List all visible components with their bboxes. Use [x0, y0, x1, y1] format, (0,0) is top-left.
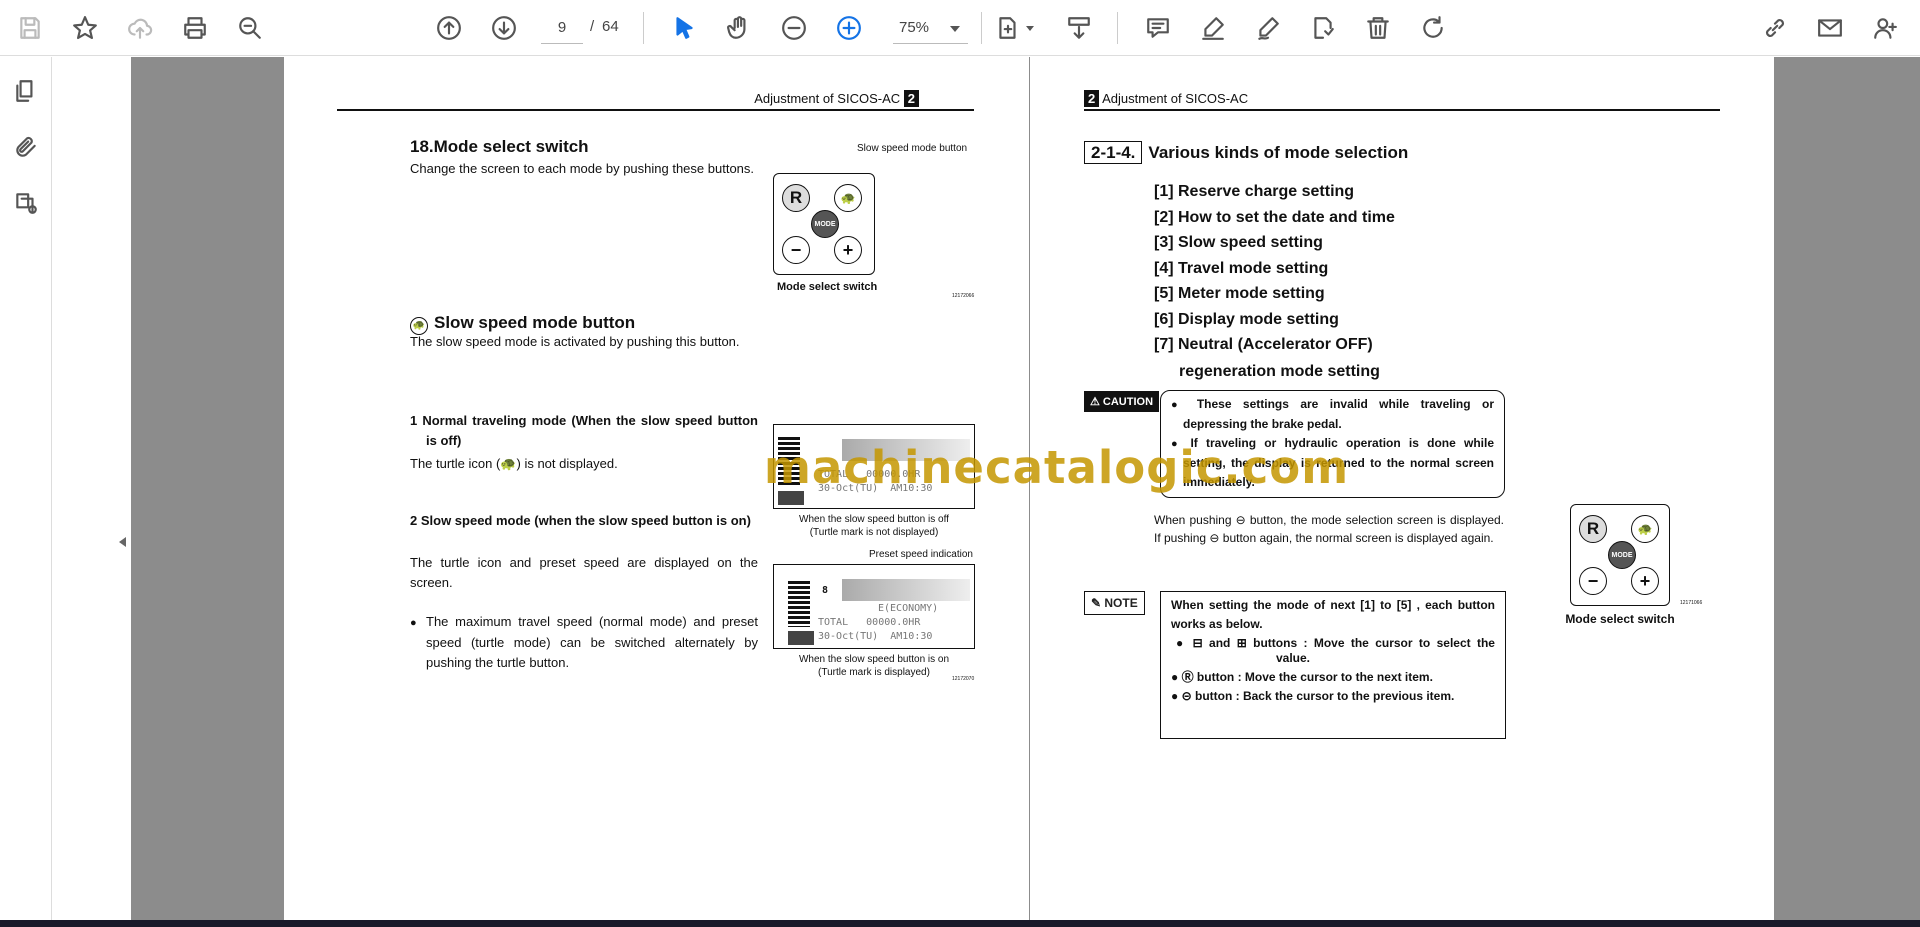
page-total: 64 — [602, 18, 619, 35]
link-icon[interactable] — [1757, 10, 1793, 46]
select-cursor-icon[interactable] — [666, 10, 702, 46]
mode-switch-figure-right: R 🐢 MODE − + — [1570, 504, 1670, 606]
preset-label: Preset speed indication — [869, 549, 973, 560]
mode-list-item: [5] Meter mode setting — [1154, 285, 1325, 302]
turtle-button: 🐢 — [834, 184, 862, 212]
delete-icon[interactable] — [1360, 10, 1396, 46]
signature-layers-icon[interactable] — [8, 185, 44, 221]
watermark: machinecatalogic.com — [764, 441, 1350, 494]
slow-text: The slow speed mode is activated by push… — [410, 334, 740, 349]
section-title: 18.Mode select switch — [410, 137, 589, 156]
zoom-out-icon[interactable] — [776, 10, 812, 46]
callout-slow-label: Slow speed mode button — [857, 143, 968, 154]
mode-list-item: [7] Neutral (Accelerator OFF) — [1154, 336, 1373, 353]
fig-code: 12172066 — [952, 293, 975, 299]
page-canvas: Adjustment of SICOS-AC 2 18.Mode select … — [131, 57, 1920, 920]
email-icon[interactable] — [1812, 10, 1848, 46]
item1-text: The turtle icon (🐢) is not displayed. — [410, 456, 618, 471]
collapse-left-icon[interactable] — [114, 537, 126, 547]
page-header-right: 2 Adjustment of SICOS-AC — [1084, 90, 1248, 107]
mode-list-item: [3] Slow speed setting — [1154, 234, 1323, 251]
lcd2-caption: When the slow speed button is on (Turtle … — [798, 654, 950, 678]
bullet-text: The maximum travel speed (normal mode) a… — [410, 612, 758, 673]
fig-caption-right: Mode select switch — [1565, 612, 1675, 626]
toolbar: 9 / 64 75% — [0, 0, 1920, 56]
page-number-input[interactable]: 9 — [541, 12, 583, 44]
upload-cloud-icon[interactable] — [122, 10, 158, 46]
rotate-icon[interactable] — [1415, 10, 1451, 46]
scroll-mode-icon[interactable] — [1061, 10, 1097, 46]
left-sidebar — [0, 57, 52, 920]
page-down-icon[interactable] — [486, 10, 522, 46]
page-header: Adjustment of SICOS-AC 2 — [754, 90, 919, 107]
item2-title: 2 Slow speed mode (when the slow speed b… — [410, 513, 751, 528]
section-heading: 2-1-4. Various kinds of mode selection — [1084, 141, 1408, 164]
intro-text: Change the screen to each mode by pushin… — [410, 161, 755, 176]
plus-button: + — [834, 236, 862, 264]
lcd1-caption: When the slow speed button is off (Turtle… — [799, 514, 949, 538]
mode-list-item: [2] How to set the date and time — [1154, 208, 1395, 226]
item1-title: 1 Normal traveling mode (When the slow s… — [410, 413, 758, 448]
hand-pan-icon[interactable] — [721, 10, 757, 46]
document-viewer[interactable]: Adjustment of SICOS-AC 2 18.Mode select … — [53, 57, 1920, 920]
item2-text: The turtle icon and preset speed are dis… — [410, 555, 758, 590]
note-label: ✎ NOTE — [1084, 591, 1145, 615]
caution-label: ⚠ CAUTION — [1084, 391, 1160, 412]
mode-list-item: [1] Reserve charge setting — [1154, 183, 1355, 200]
fig-code-right: 12171066 — [1680, 600, 1703, 606]
lcd-display-on: 8 E(ECONOMY) TOTAL 00000.0HR 30-Oct(TU) … — [773, 564, 975, 649]
bottom-bar — [0, 920, 1920, 927]
zoom-in-icon[interactable] — [831, 10, 867, 46]
draw-icon[interactable] — [1250, 10, 1286, 46]
mode-list-item: [6] Display mode setting — [1154, 310, 1339, 328]
mode-switch-figure: R 🐢 MODE − + — [773, 173, 875, 275]
mode-paragraph: When pushing ⊖ button, the mode selectio… — [1154, 513, 1505, 545]
mode-list-item: [4] Travel mode setting — [1154, 259, 1329, 277]
mode-button: MODE — [811, 210, 839, 238]
fig-code-2: 12172070 — [952, 676, 975, 682]
mode-list-item: regeneration mode setting — [1179, 362, 1380, 380]
thumbnails-icon[interactable] — [8, 73, 44, 109]
page-up-icon[interactable] — [431, 10, 467, 46]
comment-icon[interactable] — [1140, 10, 1176, 46]
fig-caption: Mode select switch — [777, 281, 878, 293]
attachment-icon[interactable] — [8, 129, 44, 165]
bookmark-star-icon[interactable] — [67, 10, 103, 46]
minus-button: − — [782, 236, 810, 264]
note-box: When setting the mode of next [1] to [5]… — [1160, 591, 1506, 739]
page-separator: / — [590, 18, 595, 35]
zoom-search-icon[interactable] — [232, 10, 268, 46]
print-icon[interactable] — [177, 10, 213, 46]
save-icon[interactable] — [12, 10, 48, 46]
add-user-icon[interactable] — [1867, 10, 1903, 46]
zoom-select[interactable]: 75% — [893, 12, 968, 44]
mode-list: [1] Reserve charge setting [2] How to set… — [1154, 179, 1395, 384]
r-button: R — [782, 184, 810, 212]
stamp-icon[interactable] — [1305, 10, 1341, 46]
page-fit-icon[interactable] — [990, 10, 1034, 46]
highlight-pen-icon[interactable] — [1195, 10, 1231, 46]
